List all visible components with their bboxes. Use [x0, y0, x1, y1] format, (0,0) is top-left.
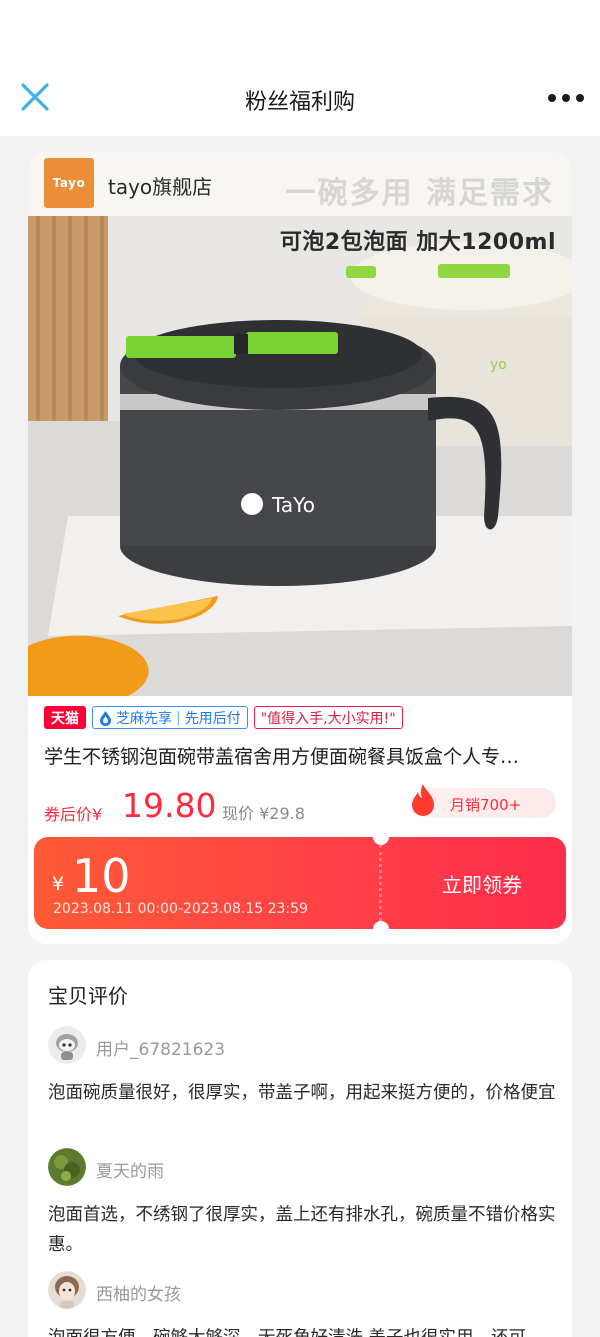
svg-text:yo: yo	[490, 357, 507, 373]
review-username: 西柚的女孩	[96, 1285, 181, 1305]
review-quote-badge: "值得入手,大小实用!"	[253, 706, 403, 729]
coupon-card[interactable]: ¥ 10 2023.08.11 00:00-2023.08.15 23:59 立…	[34, 837, 566, 929]
review-text: 泡面碗质量很好，很厚实，带盖子啊，用起来挺方便的，价格便宜	[48, 1083, 556, 1103]
review-username: 夏天的雨	[96, 1162, 164, 1182]
badge-separator: |	[176, 709, 181, 726]
review-username: 用户_67821623	[96, 1040, 226, 1060]
pay-later-label: 先用后付	[184, 710, 241, 727]
coupon-amount: 10	[72, 849, 131, 903]
avatar	[48, 1026, 86, 1064]
zhima-badge: 芝麻先享 | 先用后付	[92, 706, 248, 729]
original-price: 现价 ¥29.8	[222, 804, 305, 823]
coupon-notch-top	[373, 837, 389, 845]
price-row: 券后价¥ 19.80 现价 ¥29.8 月销700+	[44, 784, 556, 826]
monthly-sales: 月销700+	[450, 796, 522, 814]
coupon-validity: 2023.08.11 00:00-2023.08.15 23:59	[53, 901, 308, 917]
avatar	[48, 1271, 86, 1309]
review-text: 泡面很方便，碗够大够深，无死角好清洗,盖子也很实用，还可	[48, 1323, 556, 1337]
coupon-divider	[379, 845, 382, 921]
store-name[interactable]: tayo旗舰店	[108, 171, 212, 200]
more-button[interactable]	[546, 86, 586, 110]
reviews-section: 宝贝评价 用户_67821623 泡面碗质量很好，很厚实，带盖子啊，用起来挺方便…	[28, 960, 572, 1337]
price-value: 19.80	[122, 786, 217, 825]
product-card[interactable]: Tayo tayo旗舰店 一碗多用 满足需求 TaYo yo 可泡2包泡面 加大…	[28, 152, 572, 944]
tmall-badge: 天猫	[44, 706, 86, 729]
page-title: 粉丝福利购	[244, 90, 355, 115]
avatar	[48, 1148, 86, 1186]
flame-icon	[412, 784, 434, 816]
badges-row: 天猫 芝麻先享 | 先用后付 "值得入手,大小实用!"	[44, 705, 403, 730]
reviews-heading: 宝贝评价	[48, 984, 128, 1008]
claim-coupon-button[interactable]: 立即领券	[442, 869, 522, 898]
zhima-label: 芝麻先享	[116, 710, 172, 727]
product-image[interactable]: Tayo tayo旗舰店 一碗多用 满足需求 TaYo yo 可泡2包泡面 加大…	[28, 152, 572, 696]
product-photo-illustration: TaYo yo	[28, 216, 572, 696]
product-brand-mark: TaYo	[271, 493, 315, 517]
hero-headline: 可泡2包泡面 加大1200ml	[279, 230, 556, 255]
hero-slogan: 一碗多用 满足需求	[285, 176, 554, 211]
product-title[interactable]: 学生不锈钢泡面碗带盖宿舍用方便面碗餐具饭盒个人专…	[44, 742, 556, 769]
review-text: 泡面首选，不绣钢了很厚实，盖上还有排水孔，碗质量不错价格实惠。	[48, 1205, 556, 1255]
store-logo: Tayo	[44, 158, 94, 208]
water-drop-icon	[100, 710, 111, 726]
price-label: 券后价¥	[44, 805, 103, 824]
coupon-notch-bottom	[373, 921, 389, 929]
status-bar-area	[0, 0, 600, 60]
top-nav-bar: 粉丝福利购	[0, 60, 600, 136]
monthly-sales-badge: 月销700+	[412, 784, 556, 818]
coupon-currency: ¥	[52, 873, 65, 895]
